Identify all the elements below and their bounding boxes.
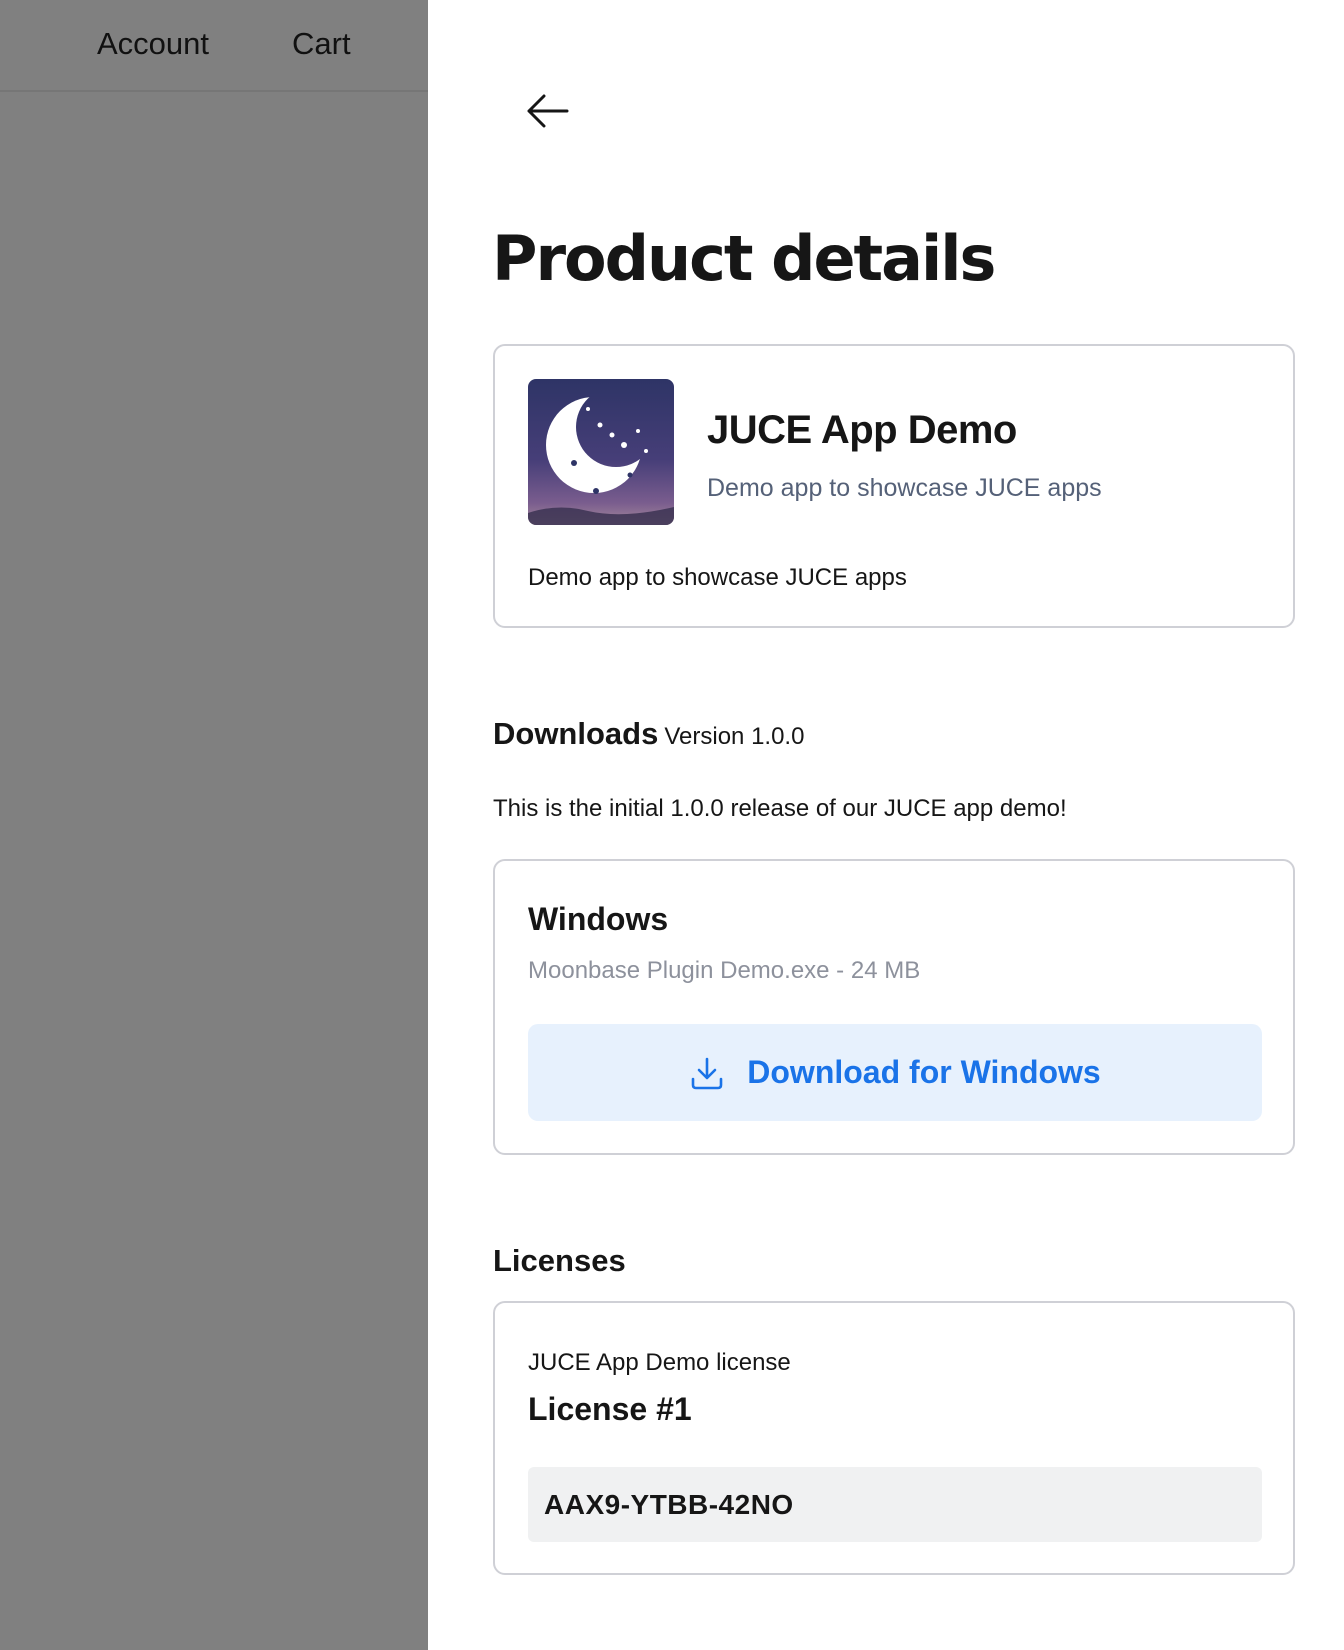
downloads-heading-label: Downloads xyxy=(493,716,659,751)
download-button-label: Download for Windows xyxy=(747,1054,1101,1090)
nav-cart-link[interactable]: Cart xyxy=(292,26,351,62)
download-icon xyxy=(689,1055,725,1091)
product-details-drawer: Product details JUCE App Demo Demo app t… xyxy=(428,0,1344,1650)
license-product-name: JUCE App Demo license xyxy=(528,1349,791,1376)
page-backdrop-overlay[interactable]: Account Cart xyxy=(0,0,428,1650)
download-card-windows: Windows Moonbase Plugin Demo.exe - 24 MB… xyxy=(493,859,1295,1155)
license-title: License #1 xyxy=(528,1391,692,1427)
product-tagline: Demo app to showcase JUCE apps xyxy=(707,474,1102,502)
licenses-heading: Licenses xyxy=(493,1243,626,1278)
arrow-left-icon xyxy=(527,94,569,128)
license-key-value[interactable]: AAX9-YTBB-42NO xyxy=(544,1489,794,1521)
version-label: Version 1.0.0 xyxy=(664,723,805,750)
platform-name: Windows xyxy=(528,901,669,937)
top-navigation: Account Cart xyxy=(0,0,428,92)
release-note: This is the initial 1.0.0 release of our… xyxy=(493,795,1067,822)
file-info: Moonbase Plugin Demo.exe - 24 MB xyxy=(528,957,921,984)
product-card: JUCE App Demo Demo app to showcase JUCE … xyxy=(493,344,1295,628)
nav-account-link[interactable]: Account xyxy=(97,26,209,62)
license-key-field[interactable]: AAX9-YTBB-42NO xyxy=(528,1467,1262,1542)
download-windows-button[interactable]: Download for Windows xyxy=(528,1024,1262,1121)
downloads-heading: Downloads Version 1.0.0 xyxy=(493,716,804,752)
back-button[interactable] xyxy=(522,88,572,134)
crescent-moon-app-icon xyxy=(528,379,674,525)
product-description: Demo app to showcase JUCE apps xyxy=(528,564,907,591)
license-card: JUCE App Demo license License #1 AAX9-YT… xyxy=(493,1301,1295,1575)
page-title: Product details xyxy=(492,222,996,295)
product-name: JUCE App Demo xyxy=(707,408,1017,452)
